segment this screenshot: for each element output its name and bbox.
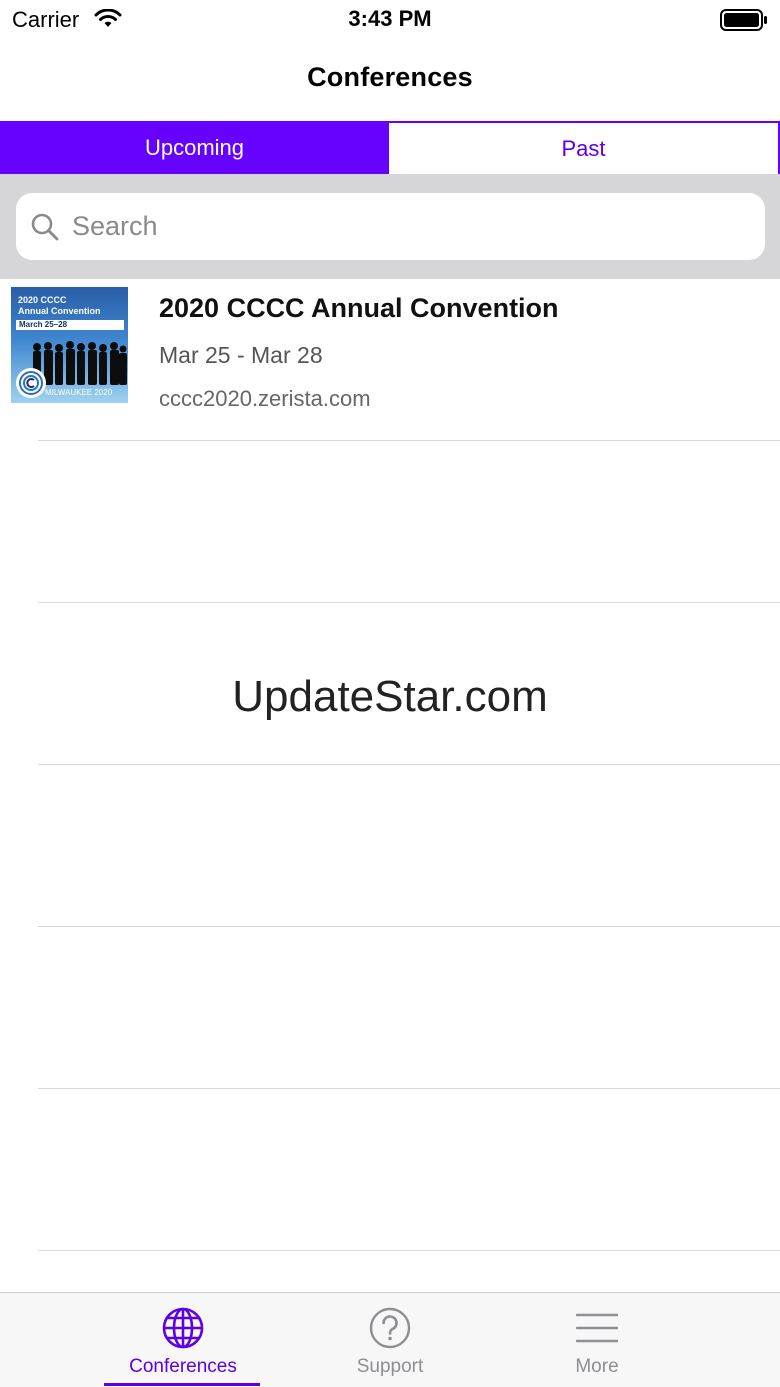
watermark-text: UpdateStar.com [232,672,548,721]
row-divider [38,1250,780,1251]
menu-lines-icon [576,1313,618,1343]
tab-label-more: More [575,1356,619,1377]
search-icon [31,213,59,240]
conference-row[interactable]: 2020 CCCC Annual Convention March 25–28 [0,279,780,441]
selected-tab-indicator [104,1383,260,1386]
segment-upcoming[interactable]: Upcoming [0,121,389,174]
tab-conferences[interactable]: Conferences [83,1293,283,1387]
tab-label-support: Support [356,1356,424,1377]
thumbnail-line1: 2020 CCCC [18,295,67,305]
thumbnail-banner-text: March 25–28 [19,320,68,329]
globe-icon [162,1307,204,1349]
row-divider [38,1088,780,1089]
thumbnail-line2: Annual Convention [18,306,101,316]
row-divider [38,926,780,927]
conference-list: 2020 CCCC Annual Convention March 25–28 [0,279,780,441]
status-bar: Carrier 3:43 PM [0,0,780,40]
thumbnail-title: 2020 CCCC Annual Convention [18,295,101,317]
conference-url: cccc2020.zerista.com [159,386,371,411]
segment-past[interactable]: Past [389,121,780,174]
question-circle-icon [369,1307,411,1349]
page-title: Conferences [307,62,473,92]
row-divider [38,602,780,603]
search-box[interactable] [16,193,765,260]
cccc-logo-icon [16,368,46,398]
segmented-control: Upcoming Past [0,121,780,174]
tab-bar: Conferences Support More [0,1292,780,1387]
battery-icon [720,9,767,31]
row-divider [38,440,780,441]
search-input[interactable] [72,211,692,242]
tab-more[interactable]: More [497,1293,697,1387]
conference-thumbnail: 2020 CCCC Annual Convention March 25–28 [11,287,128,403]
tab-label-conferences: Conferences [129,1356,237,1377]
conference-title: 2020 CCCC Annual Convention [159,293,559,323]
thumbnail-footer: MILWAUKEE 2020 [45,388,113,397]
conference-dates: Mar 25 - Mar 28 [159,342,323,368]
status-time: 3:43 PM [348,6,432,31]
search-bar-container [0,174,780,279]
row-divider [38,764,780,765]
tab-support[interactable]: Support [290,1293,490,1387]
